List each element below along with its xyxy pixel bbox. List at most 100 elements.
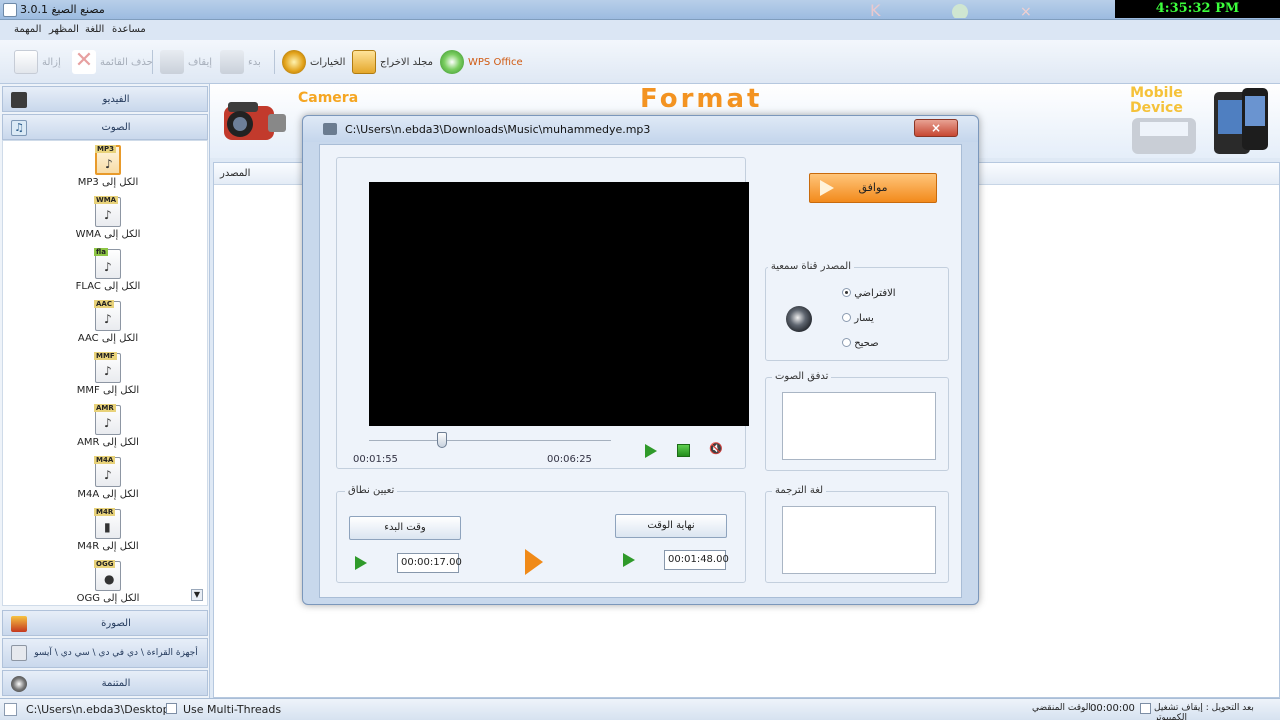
category-rom[interactable]: أجهزة القراءة \ دي في دي \ سي دي \ آيسو — [2, 638, 208, 668]
play-icon[interactable] — [645, 444, 657, 458]
shutdown-checkbox[interactable] — [1140, 703, 1151, 716]
app-icon[interactable] — [3, 3, 17, 17]
remove-label: إزالة — [42, 56, 61, 68]
gear-icon — [282, 50, 306, 74]
seek-thumb[interactable] — [436, 432, 447, 448]
category-video[interactable]: الفيديو — [2, 86, 208, 112]
ok-label: موافق — [858, 181, 888, 194]
camera-label: Camera — [298, 90, 359, 106]
audio-file-icon — [323, 123, 337, 135]
set-start-time-button[interactable]: وقت البدء — [349, 516, 461, 540]
aac-file-icon: AAC ♪ — [94, 300, 121, 331]
format-mp3[interactable]: MP3 ♪ MP3 الكل إلى — [63, 145, 153, 188]
format-label: OGG الكل إلى — [76, 593, 140, 604]
format-m4r[interactable]: M4R ▮ M4R الكل إلى — [63, 508, 153, 552]
mp3-file-icon: MP3 ♪ — [95, 145, 121, 175]
category-audio[interactable]: ♫ الصوت — [2, 114, 208, 140]
options-button[interactable]: الخيارات — [282, 46, 345, 78]
elapsed-label: الوقت المنقضي : — [1032, 703, 1097, 713]
sidebar: الفيديو ♫ الصوت MP3 ♪ MP3 الكل إلى WMA ♪ W… — [0, 84, 210, 698]
multithread-checkbox[interactable] — [166, 703, 177, 716]
folder-icon — [352, 50, 376, 74]
ok-button[interactable]: موافق — [809, 173, 937, 203]
toolbar: إزالة ✕ حذف القائمة إيقاف بدء الخيارات م… — [0, 40, 1280, 84]
audio-stream-panel: تدفق الصوت — [765, 371, 949, 471]
format-label: WMA الكل إلى — [75, 229, 141, 240]
menu-view[interactable]: المظهر — [49, 24, 79, 35]
dialog-title: C:\Users\n.ebda3\Downloads\Music\muhamme… — [345, 123, 651, 136]
options-label: الخيارات — [310, 56, 346, 68]
channel-option-left[interactable]: يسار — [838, 313, 874, 324]
subtitle-list[interactable] — [782, 506, 936, 574]
play-start-icon[interactable] — [355, 556, 367, 570]
format-label: FLAC الكل إلى — [75, 281, 141, 292]
set-end-time-button[interactable]: نهاية الوقت — [615, 514, 727, 538]
clear-list-button[interactable]: ✕ حذف القائمة — [72, 46, 153, 78]
clip-dialog: C:\Users\n.ebda3\Downloads\Music\muhamme… — [302, 115, 979, 605]
camera-icon — [224, 102, 286, 140]
seek-bar[interactable] — [369, 440, 611, 441]
m4a-file-icon: M4A ♪ — [94, 456, 121, 487]
format-label: MMF الكل إلى — [76, 385, 140, 396]
wma-file-icon: WMA ♪ — [94, 196, 121, 227]
format-amr[interactable]: AMR ♪ AMR الكل إلى — [63, 404, 153, 448]
format-ogg[interactable]: OGG ● OGG الكل إلى — [63, 560, 153, 604]
svg-text:×: × — [1020, 4, 1032, 18]
format-mmf[interactable]: MMF ♪ MMF الكل إلى — [63, 352, 153, 396]
scroll-down-icon[interactable]: ▼ — [191, 589, 203, 601]
audio-stream-list[interactable] — [782, 392, 936, 460]
format-factory-logo: Format — [640, 84, 763, 114]
mobile-device-icon — [1132, 88, 1268, 154]
amr-file-icon: AMR ♪ — [94, 404, 121, 435]
total-time: 00:06:25 — [547, 454, 592, 465]
ok-arrow-icon — [820, 180, 834, 196]
format-wma[interactable]: WMA ♪ WMA الكل إلى — [63, 196, 153, 240]
close-button[interactable]: × — [914, 119, 958, 137]
menu-task[interactable]: المهمة — [14, 24, 41, 35]
category-video-label: الفيديو — [102, 94, 130, 105]
remove-button[interactable]: إزالة — [14, 46, 61, 78]
radio-left[interactable] — [842, 313, 851, 322]
mute-icon[interactable]: 🔇 — [709, 442, 723, 456]
audio-stream-label: تدفق الصوت — [772, 371, 832, 382]
channel-option-default[interactable]: الافتراضي — [838, 288, 896, 299]
arrow-right-icon — [525, 549, 543, 575]
wps-icon — [440, 50, 464, 74]
column-source[interactable]: المصدر — [220, 168, 250, 179]
channel-group-label: المصدر قناة سمعية — [767, 261, 854, 272]
output-folder-button[interactable]: مجلد الاخراج — [352, 46, 433, 78]
stop-button[interactable]: إيقاف — [160, 46, 212, 78]
film-icon — [11, 92, 27, 108]
menu-language[interactable]: اللغة — [85, 24, 104, 35]
mmf-file-icon: MMF ♪ — [94, 352, 121, 383]
radio-default[interactable] — [842, 288, 851, 297]
m4r-file-icon: M4R ▮ — [94, 508, 121, 539]
play-end-icon[interactable] — [623, 553, 635, 567]
channel-option-right[interactable]: صحيح — [838, 338, 879, 349]
end-time-field[interactable]: 00:01:48.00 — [664, 550, 729, 570]
category-utilities[interactable]: المتنمة — [2, 670, 208, 696]
flac-file-icon: fla ♪ — [94, 248, 121, 279]
video-preview — [369, 182, 749, 426]
menu-help[interactable]: مساعدة — [112, 24, 146, 35]
wps-office-button[interactable]: WPS Office — [440, 46, 523, 78]
format-m4a[interactable]: M4A ♪ M4A الكل إلى — [63, 456, 153, 500]
format-aac[interactable]: AAC ♪ AAC الكل إلى — [63, 300, 153, 344]
svg-text:K: K — [870, 2, 881, 18]
subtitle-panel: لغة الترجمة — [765, 485, 949, 583]
title-bar: مصنع الصيغ 3.0.1 K × 4:35:32 PM 02/04/20… — [0, 0, 1280, 34]
music-icon: ♫ — [11, 120, 27, 136]
stop-label: إيقاف — [188, 56, 213, 68]
delete-icon: ✕ — [72, 50, 96, 74]
window-title: مصنع الصيغ 3.0.1 — [20, 3, 105, 16]
start-time-field[interactable]: 00:00:17.00 — [397, 553, 462, 573]
stop-icon[interactable] — [677, 444, 690, 457]
category-picture[interactable]: الصورة — [2, 610, 208, 636]
start-button[interactable]: بدء — [220, 46, 261, 78]
range-panel: تعيين نطاق وقت البدء نهاية الوقت 00:00:1… — [336, 485, 746, 583]
format-flac[interactable]: fla ♪ FLAC الكل إلى — [63, 248, 153, 292]
radio-right[interactable] — [842, 338, 851, 347]
disc-drive-icon — [11, 645, 27, 661]
output-path: C:\Users\n.ebda3\Desktop — [26, 703, 170, 716]
current-time: 00:01:55 — [353, 454, 398, 465]
